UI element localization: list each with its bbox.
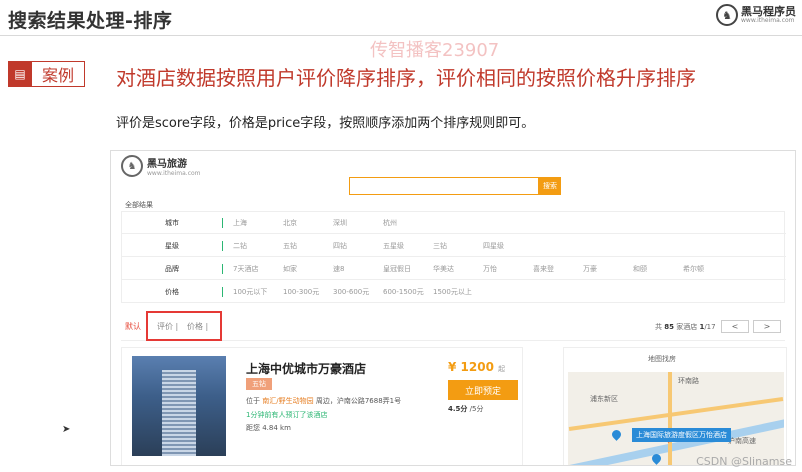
page-total: /17 — [704, 323, 716, 331]
horse-logo-icon: ♞ — [716, 4, 738, 26]
filter-divider — [222, 263, 223, 274]
map-place: 浦东新区 — [590, 395, 618, 403]
prev-page-button[interactable]: < — [721, 320, 749, 333]
horse-logo-icon: ♞ — [121, 155, 143, 177]
map-place: 环南路 — [678, 377, 699, 385]
filter-option[interactable]: 7天酒店 — [233, 264, 283, 274]
price-value: ¥ 1200 — [448, 360, 494, 374]
address-area[interactable]: 南汇/野生动物园 — [262, 397, 313, 405]
brand-logo: ♞ 黑马程序员 www.itheima.com — [716, 4, 796, 26]
map-place: 沪南高速 — [728, 437, 756, 445]
filter-divider — [222, 240, 223, 251]
filter-option[interactable]: 北京 — [283, 218, 333, 228]
mouse-cursor-icon: ➤ — [62, 424, 71, 435]
filter-label: 城市 — [165, 218, 179, 227]
filter-row-brand: 品牌 7天酒店 如家 速8 皇冠假日 华美达 万怡 喜来登 万豪 和颐 希尔顿 — [122, 258, 786, 280]
filter-option[interactable]: 上海 — [233, 218, 283, 228]
filter-option[interactable]: 五星级 — [383, 241, 433, 251]
watermark: 传智播客23907 — [370, 40, 500, 61]
site-name: 黑马旅游 — [147, 159, 187, 170]
sort-default-tab[interactable]: 默认 — [125, 321, 141, 332]
case-tag: ▤ 案例 — [8, 60, 86, 87]
filter-option[interactable]: 五钻 — [283, 241, 333, 251]
filter-option[interactable]: 万怡 — [483, 264, 533, 274]
filter-option[interactable]: 300-600元 — [333, 287, 383, 297]
hotel-price: ¥ 1200 起 — [448, 360, 505, 374]
logo-url: www.itheima.com — [741, 17, 795, 24]
search-input[interactable] — [349, 177, 539, 195]
filter-row-star: 星级 二钻 五钻 四钻 五星级 三钻 四星级 — [122, 235, 786, 257]
filter-option[interactable]: 和颐 — [633, 264, 683, 274]
next-page-button[interactable]: > — [753, 320, 781, 333]
map-title: 地图找房 — [648, 355, 676, 363]
filter-option[interactable]: 二钻 — [233, 241, 283, 251]
case-description: 评价是score字段，价格是price字段，按照顺序添加两个排序规则即可。 — [116, 116, 535, 131]
hotel-brand-badge: 五钻 — [246, 378, 272, 390]
road — [668, 372, 672, 465]
filter-option[interactable]: 皇冠假日 — [383, 264, 433, 274]
hotel-distance: 距您 4.84 km — [246, 424, 291, 432]
source-watermark: CSDN @Slinamse — [696, 455, 792, 468]
filter-option[interactable]: 1500元以上 — [433, 287, 483, 297]
filter-option[interactable]: 600-1500元 — [383, 287, 433, 297]
all-results-label: 全部结果 — [125, 201, 153, 209]
filter-option[interactable]: 100元以下 — [233, 287, 283, 297]
price-unit: 起 — [498, 365, 506, 373]
site-logo[interactable]: ♞ 黑马旅游 www.itheima.com — [121, 155, 201, 177]
map-pin-icon[interactable] — [610, 428, 623, 441]
rating-max: /5分 — [469, 405, 484, 413]
filter-option[interactable]: 100-300元 — [283, 287, 333, 297]
filter-option[interactable]: 深圳 — [333, 218, 383, 228]
filter-divider — [222, 287, 223, 297]
filter-option[interactable]: 三钻 — [433, 241, 483, 251]
filter-option[interactable]: 华美达 — [433, 264, 483, 274]
map-panel: 地图找房 浦东新区 环南路 沪南高速 上海国际旅游度假区万怡酒店 — [563, 347, 787, 465]
hotel-address: 位于 南汇/野生动物园 周边，沪南公路7688弄1号 — [246, 396, 401, 406]
filter-option[interactable]: 速8 — [333, 264, 383, 274]
filter-label: 品牌 — [165, 264, 179, 273]
hotel-search-screenshot: ♞ 黑马旅游 www.itheima.com 搜索 全部结果 城市 上海 北京 … — [110, 150, 796, 466]
filter-row-city: 城市 上海 北京 深圳 杭州 — [122, 212, 786, 234]
case-label: 案例 — [42, 66, 75, 85]
site-url: www.itheima.com — [147, 170, 201, 177]
map-hotel-label[interactable]: 上海国际旅游度假区万怡酒店 — [632, 428, 731, 442]
filter-row-price: 价格 100元以下 100-300元 300-600元 600-1500元 15… — [122, 281, 786, 303]
logo-name: 黑马程序员 — [741, 5, 796, 18]
result-count: 共 85 家酒店 1/17 — [655, 322, 716, 332]
filter-label: 星级 — [165, 241, 179, 250]
document-icon: ▤ — [8, 60, 32, 87]
result-count-number: 85 — [664, 323, 674, 331]
hotel-map[interactable]: 浦东新区 环南路 沪南高速 上海国际旅游度假区万怡酒店 — [568, 372, 784, 465]
filter-label: 价格 — [165, 288, 179, 296]
filter-panel: 城市 上海 北京 深圳 杭州 星级 二钻 五钻 四钻 五星级 三钻 四星级 品牌… — [121, 211, 786, 303]
filter-option[interactable]: 希尔顿 — [683, 264, 733, 274]
book-now-button[interactable]: 立即预定 — [448, 380, 518, 400]
slide-title: 搜索结果处理-排序 — [8, 10, 173, 32]
result-count-suffix: 家酒店 — [676, 323, 698, 331]
address-suffix: 周边，沪南公路7688弄1号 — [315, 397, 402, 405]
search-button[interactable]: 搜索 — [539, 177, 561, 195]
filter-divider — [222, 217, 223, 228]
hotel-card[interactable]: 上海中优城市万豪酒店 五钻 位于 南汇/野生动物园 周边，沪南公路7688弄1号… — [121, 347, 523, 465]
recent-booking: 1分钟前有人预订了该酒店 — [246, 411, 328, 419]
filter-option[interactable]: 四星级 — [483, 241, 533, 251]
address-prefix: 位于 — [246, 397, 260, 405]
case-headline: 对酒店数据按照用户评价降序排序，评价相同的按照价格升序排序 — [116, 66, 696, 90]
filter-option[interactable]: 万豪 — [583, 264, 633, 274]
hotel-name[interactable]: 上海中优城市万豪酒店 — [246, 360, 366, 377]
result-count-prefix: 共 — [655, 323, 662, 331]
filter-option[interactable]: 杭州 — [383, 218, 433, 228]
filter-option[interactable]: 如家 — [283, 264, 333, 274]
hotel-rating: 4.5分 /5分 — [448, 404, 483, 414]
sort-highlight-box — [146, 311, 222, 341]
filter-option[interactable]: 喜来登 — [533, 264, 583, 274]
hotel-image[interactable] — [132, 356, 226, 456]
rating-score: 4.5分 — [448, 405, 468, 413]
filter-option[interactable]: 四钻 — [333, 241, 383, 251]
